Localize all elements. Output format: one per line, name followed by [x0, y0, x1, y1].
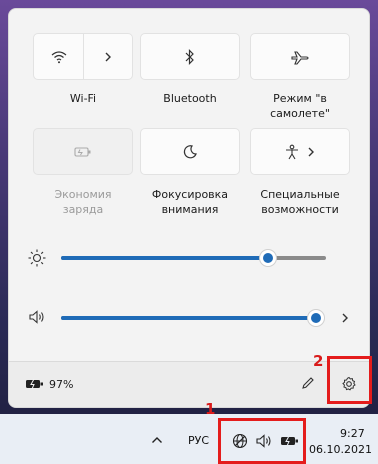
wifi-tile[interactable] [33, 33, 133, 80]
accessibility-tile[interactable] [250, 128, 350, 175]
taskbar: РУС 9:27 06.10.2021 [0, 414, 378, 464]
annotation-box-settings [327, 356, 372, 404]
bluetooth-label: Bluetooth [163, 92, 217, 105]
moon-icon [182, 144, 198, 160]
bluetooth-icon [184, 48, 196, 65]
annotation-number-1: 1 [205, 400, 216, 418]
accessibility-chevron-icon[interactable] [306, 146, 316, 158]
wifi-icon[interactable] [34, 34, 83, 79]
airplane-mode-label: Режим "в самолете" [270, 92, 330, 120]
wifi-label: Wi-Fi [69, 92, 97, 105]
battery-saver-icon [74, 146, 92, 158]
volume-output-chevron-icon[interactable] [340, 312, 350, 324]
brightness-slider-thumb[interactable] [259, 249, 277, 267]
volume-slider-fill [61, 316, 316, 320]
speaker-icon [28, 309, 46, 325]
battery-charging-icon [25, 378, 45, 390]
brightness-icon [28, 249, 46, 267]
airplane-mode-tile[interactable] [250, 33, 350, 80]
quick-settings-panel: Wi-Fi Bluetooth Режим "в самолете" Эконо… [8, 8, 370, 408]
volume-slider-thumb[interactable] [307, 309, 325, 327]
bluetooth-tile[interactable] [140, 33, 240, 80]
clock-time[interactable]: 9:27 [340, 427, 365, 440]
battery-saver-tile[interactable] [33, 128, 133, 175]
pencil-icon[interactable] [301, 376, 315, 390]
annotation-box-tray [218, 418, 306, 464]
clock-date[interactable]: 06.10.2021 [309, 443, 372, 456]
airplane-icon [291, 49, 309, 65]
battery-saver-label: Экономия заряда [54, 188, 112, 216]
annotation-number-2: 2 [313, 352, 324, 370]
input-language-indicator[interactable]: РУС [188, 434, 209, 447]
brightness-slider-fill [61, 256, 268, 260]
battery-percentage: 97% [49, 378, 74, 391]
accessibility-icon [284, 144, 300, 160]
chevron-up-icon[interactable] [151, 436, 163, 444]
focus-assist-tile[interactable] [140, 128, 240, 175]
accessibility-label: Специальные возможности [260, 188, 340, 216]
focus-assist-label: Фокусировка внимания [151, 188, 229, 216]
wifi-expand-chevron-icon[interactable] [84, 34, 132, 79]
